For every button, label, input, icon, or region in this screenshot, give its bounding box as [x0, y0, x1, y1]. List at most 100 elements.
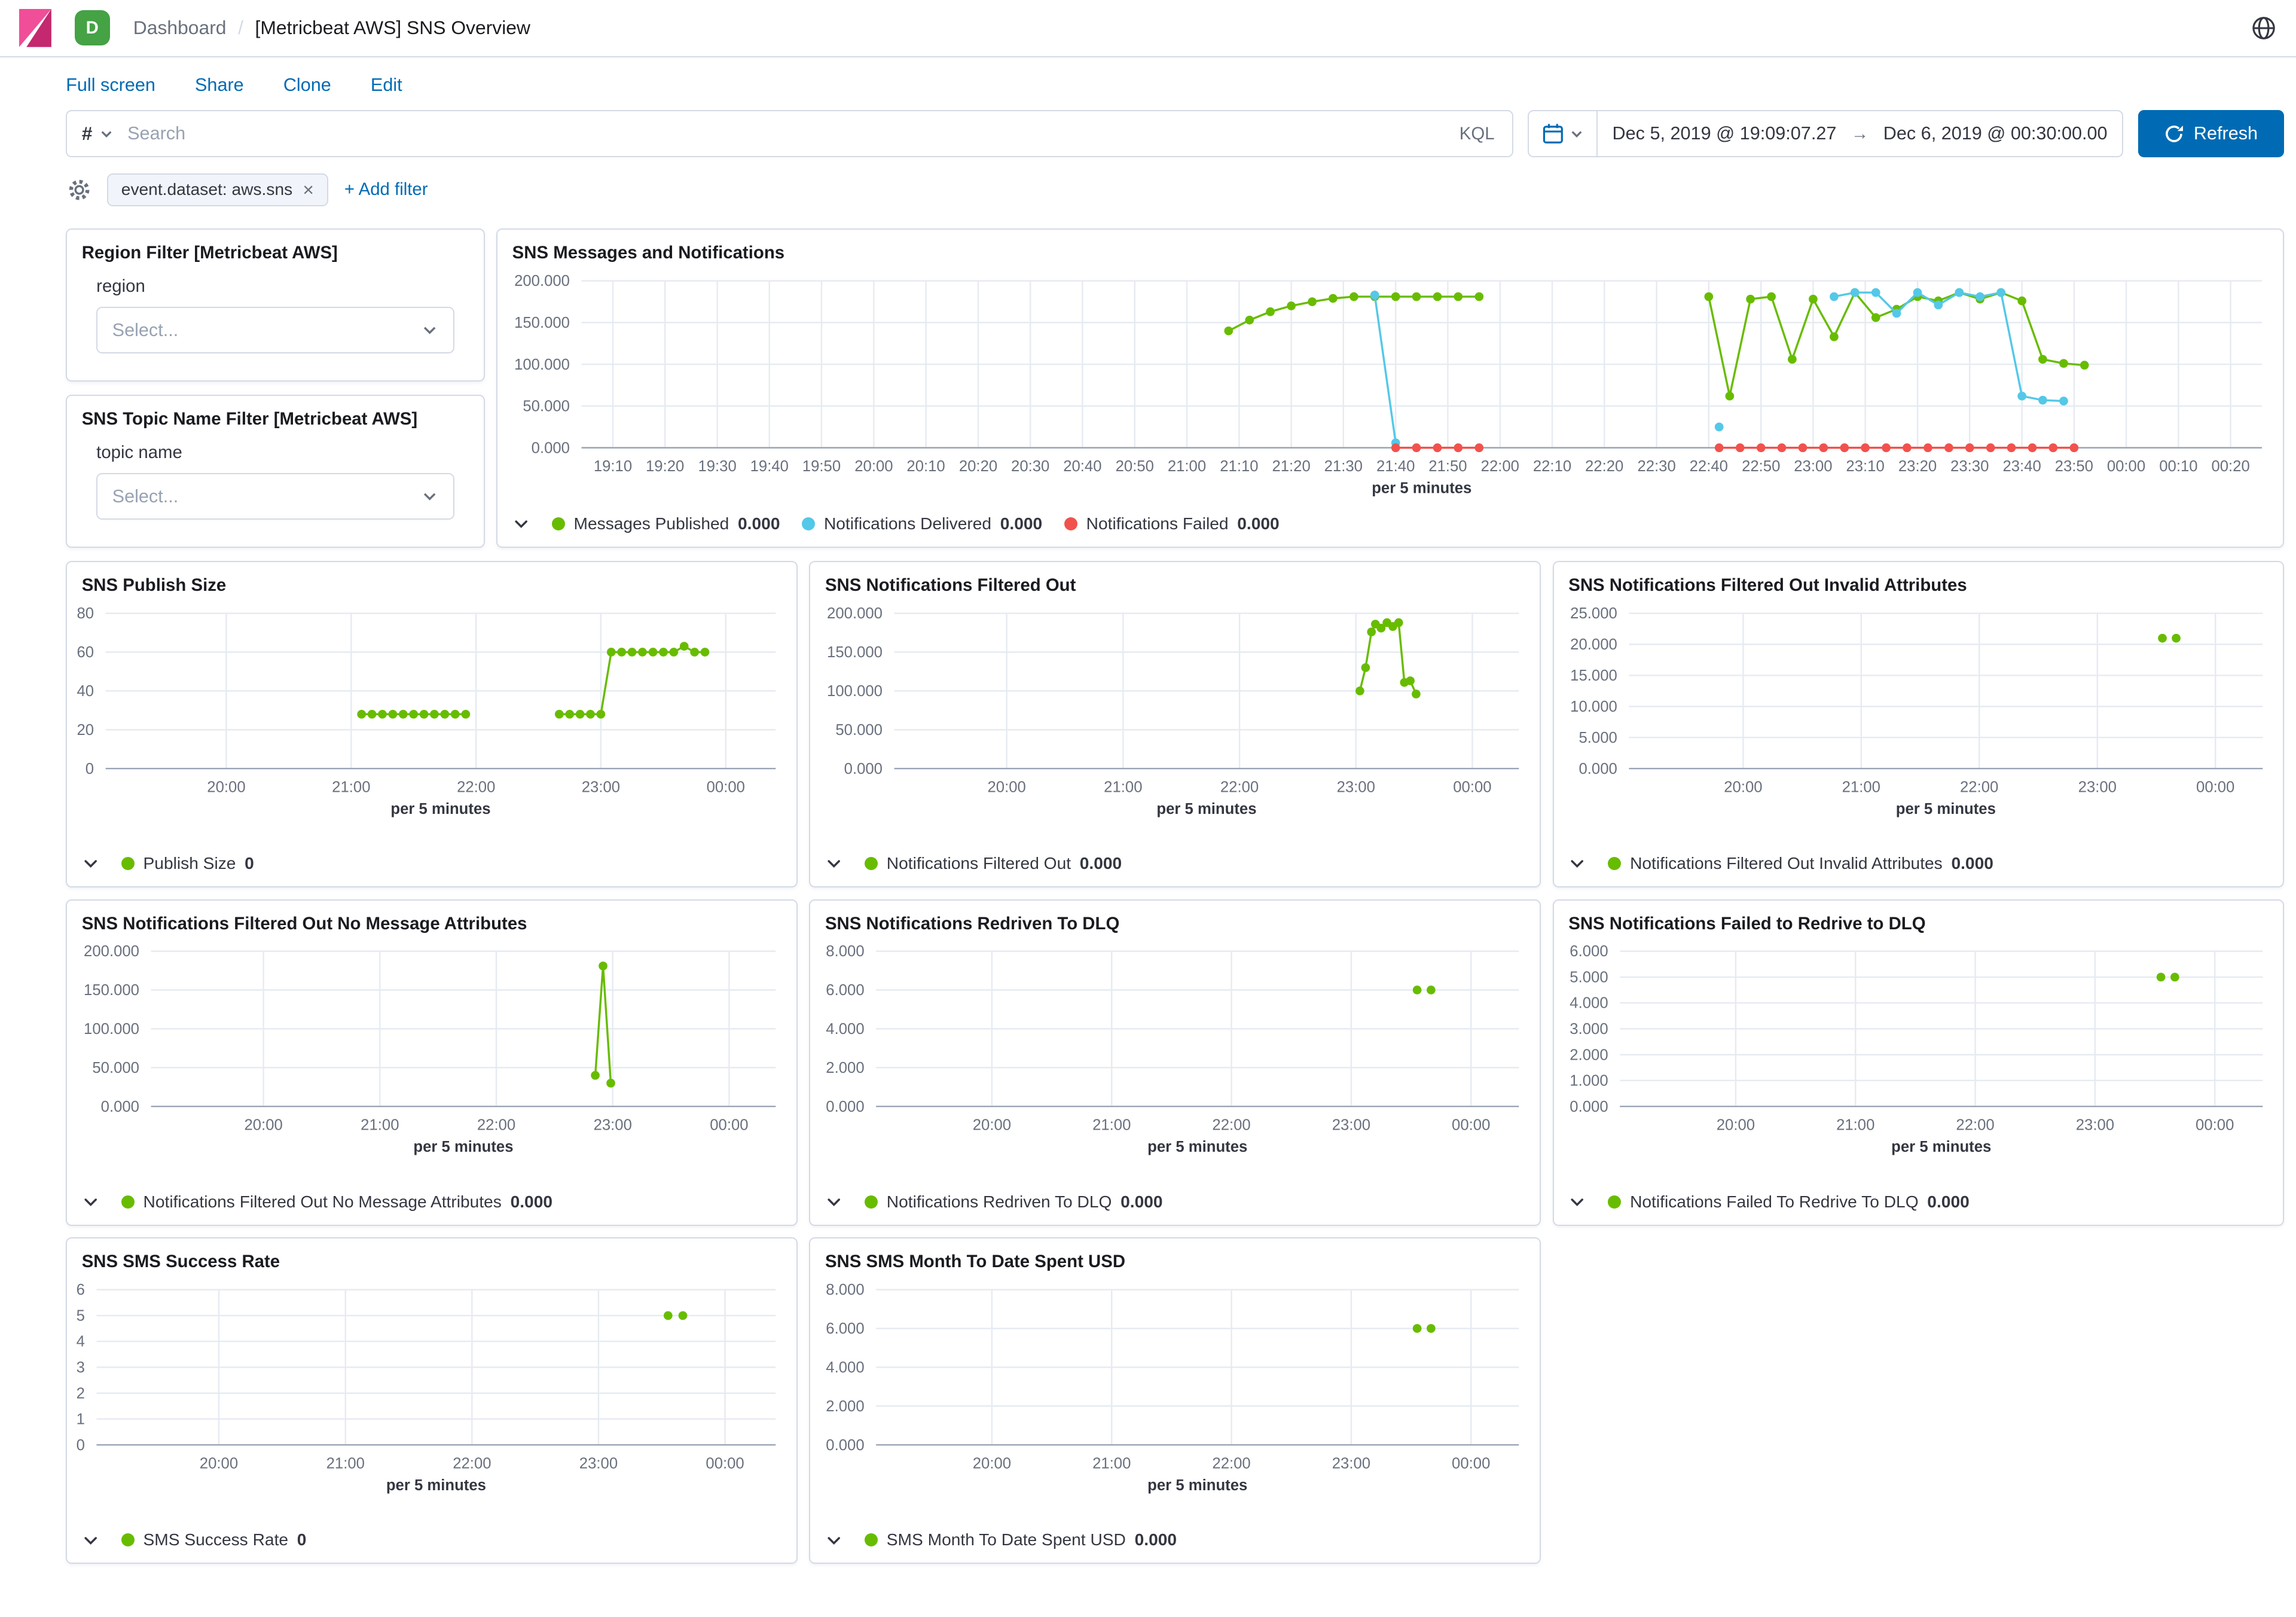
svg-text:22:00: 22:00	[453, 1455, 491, 1472]
series-color-dot	[552, 517, 565, 530]
svg-text:21:00: 21:00	[361, 1117, 399, 1134]
full-screen-link[interactable]: Full screen	[66, 75, 155, 96]
panel-title[interactable]: SNS Notifications Redriven To DLQ	[810, 901, 1540, 940]
date-start[interactable]: Dec 5, 2019 @ 19:09:07.27	[1598, 123, 1851, 144]
svg-text:22:20: 22:20	[1585, 458, 1623, 475]
date-end[interactable]: Dec 6, 2019 @ 00:30:00.00	[1868, 123, 2122, 144]
svg-text:0.000: 0.000	[1570, 1099, 1608, 1115]
panel-title[interactable]: SNS Publish Size	[67, 562, 796, 602]
svg-text:per 5 minutes: per 5 minutes	[1148, 1477, 1248, 1494]
series-value: 0.000	[1237, 514, 1279, 533]
legend-collapse-chevron-icon[interactable]	[825, 855, 842, 872]
query-bar-row: # KQL Dec 5, 2019 @ 19:09:07.27 → Dec 6,…	[0, 107, 2296, 157]
region-select[interactable]: Select...	[96, 307, 454, 353]
svg-text:22:00: 22:00	[1220, 779, 1259, 795]
series-color-dot	[121, 857, 135, 870]
series-color-dot	[1608, 857, 1621, 870]
calendar-icon	[1542, 123, 1564, 145]
topic-name-select[interactable]: Select...	[96, 473, 454, 520]
svg-text:21:00: 21:00	[1093, 1117, 1131, 1134]
kql-button[interactable]: KQL	[1442, 111, 1512, 155]
panel-title[interactable]: SNS Notifications Failed to Redrive to D…	[1554, 901, 2283, 940]
filter-pill-label: event.dataset: aws.sns	[121, 180, 292, 199]
svg-text:23:00: 23:00	[594, 1117, 632, 1134]
panel-title[interactable]: SNS Messages and Notifications	[497, 230, 2283, 269]
legend-collapse-chevron-icon[interactable]	[82, 1531, 99, 1549]
timeseries-chart[interactable]: 20:0021:0022:0023:0000:000.0002.0004.000…	[810, 1278, 1540, 1497]
svg-text:100.000: 100.000	[514, 356, 570, 373]
svg-text:50.000: 50.000	[93, 1060, 140, 1076]
svg-text:5.000: 5.000	[1570, 969, 1608, 986]
series-value: 0.000	[738, 514, 780, 533]
svg-text:6: 6	[77, 1282, 85, 1298]
legend-item: Notifications Failed To Redrive To DLQ0.…	[1608, 1192, 1969, 1212]
field-label: region	[96, 276, 454, 297]
svg-text:23:00: 23:00	[2075, 1117, 2114, 1134]
panel-title[interactable]: SNS Notifications Filtered Out No Messag…	[67, 901, 796, 940]
svg-text:per 5 minutes: per 5 minutes	[1896, 801, 1996, 817]
svg-text:20:40: 20:40	[1063, 458, 1101, 475]
timeseries-chart[interactable]: 20:0021:0022:0023:0000:000.00050.000100.…	[67, 939, 796, 1159]
breadcrumb-dashboard[interactable]: Dashboard	[133, 17, 227, 39]
add-filter-link[interactable]: + Add filter	[344, 179, 428, 200]
remove-filter-icon[interactable]: ×	[303, 181, 314, 200]
svg-text:per 5 minutes: per 5 minutes	[391, 801, 491, 817]
chart-legend: Notifications Redriven To DLQ0.000	[810, 1186, 1540, 1225]
filter-pill[interactable]: event.dataset: aws.sns ×	[107, 173, 328, 207]
edit-link[interactable]: Edit	[371, 75, 402, 96]
dashboard-grid: Region Filter [Metricbeat AWS] region Se…	[0, 206, 2296, 1616]
timeseries-chart[interactable]: 20:0021:0022:0023:0000:000.0005.00010.00…	[1554, 602, 2283, 821]
timeseries-chart[interactable]: 20:0021:0022:0023:0000:00020406080per 5 …	[67, 602, 796, 821]
chart-legend: Notifications Failed To Redrive To DLQ0.…	[1554, 1186, 2283, 1225]
chevron-down-icon	[1570, 127, 1583, 141]
legend-item: SMS Success Rate0	[121, 1530, 307, 1549]
series-value: 0	[297, 1530, 307, 1549]
panel-sns-notifications-filtered-out: SNS Notifications Filtered Out 20:0021:0…	[809, 561, 1541, 887]
svg-text:per 5 minutes: per 5 minutes	[1157, 801, 1257, 817]
panel-title[interactable]: Region Filter [Metricbeat AWS]	[67, 230, 483, 269]
panel-title[interactable]: SNS Topic Name Filter [Metricbeat AWS]	[67, 396, 483, 435]
kibana-logo[interactable]	[19, 9, 57, 47]
search-input[interactable]	[127, 111, 1442, 155]
help-icon[interactable]	[2251, 15, 2277, 41]
clone-link[interactable]: Clone	[283, 75, 331, 96]
filter-options-gear-icon[interactable]	[68, 178, 91, 202]
legend-collapse-chevron-icon[interactable]	[82, 1193, 99, 1210]
legend-collapse-chevron-icon[interactable]	[512, 515, 530, 532]
series-label: Notifications Filtered Out Invalid Attri…	[1630, 854, 1943, 873]
panel-title[interactable]: SNS Notifications Filtered Out Invalid A…	[1554, 562, 2283, 602]
svg-text:0.000: 0.000	[101, 1099, 139, 1115]
legend-collapse-chevron-icon[interactable]	[82, 855, 99, 872]
legend-collapse-chevron-icon[interactable]	[1568, 855, 1586, 872]
timeseries-chart[interactable]: 20:0021:0022:0023:0000:000.00050.000100.…	[810, 602, 1540, 821]
chart-legend: Messages Published0.000Notifications Del…	[497, 508, 2283, 547]
timeseries-chart[interactable]: 20:0021:0022:0023:0000:000.0001.0002.000…	[1554, 939, 2283, 1159]
svg-text:100.000: 100.000	[828, 683, 883, 700]
timeseries-chart[interactable]: 19:1019:2019:3019:4019:5020:0020:1020:20…	[497, 269, 2282, 501]
legend-item: Notifications Delivered0.000	[802, 514, 1042, 533]
saved-query-menu-button[interactable]: #	[67, 111, 127, 155]
legend-item: Publish Size0	[121, 854, 254, 873]
legend-collapse-chevron-icon[interactable]	[825, 1193, 842, 1210]
panel-title[interactable]: SNS SMS Success Rate	[67, 1238, 796, 1278]
series-label: Notifications Filtered Out No Message At…	[144, 1192, 502, 1212]
svg-text:23:00: 23:00	[1332, 1117, 1370, 1134]
calendar-button[interactable]	[1529, 111, 1598, 155]
svg-text:21:50: 21:50	[1428, 458, 1467, 475]
svg-text:20:00: 20:00	[207, 779, 245, 795]
svg-text:22:00: 22:00	[1956, 1117, 1994, 1134]
svg-text:per 5 minutes: per 5 minutes	[414, 1139, 514, 1155]
share-link[interactable]: Share	[195, 75, 244, 96]
panel-title[interactable]: SNS Notifications Filtered Out	[810, 562, 1540, 602]
space-badge[interactable]: D	[75, 10, 110, 45]
page-title: [Metricbeat AWS] SNS Overview	[255, 17, 530, 39]
legend-collapse-chevron-icon[interactable]	[825, 1531, 842, 1549]
refresh-button[interactable]: Refresh	[2138, 110, 2285, 157]
legend-collapse-chevron-icon[interactable]	[1568, 1193, 1586, 1210]
timeseries-chart[interactable]: 20:0021:0022:0023:0000:000.0002.0004.000…	[810, 939, 1540, 1159]
svg-text:00:00: 00:00	[2107, 458, 2145, 475]
timeseries-chart[interactable]: 20:0021:0022:0023:0000:000123456per 5 mi…	[67, 1278, 796, 1497]
series-color-dot	[802, 517, 815, 530]
panel-title[interactable]: SNS SMS Month To Date Spent USD	[810, 1238, 1540, 1278]
svg-text:00:00: 00:00	[710, 1117, 748, 1134]
